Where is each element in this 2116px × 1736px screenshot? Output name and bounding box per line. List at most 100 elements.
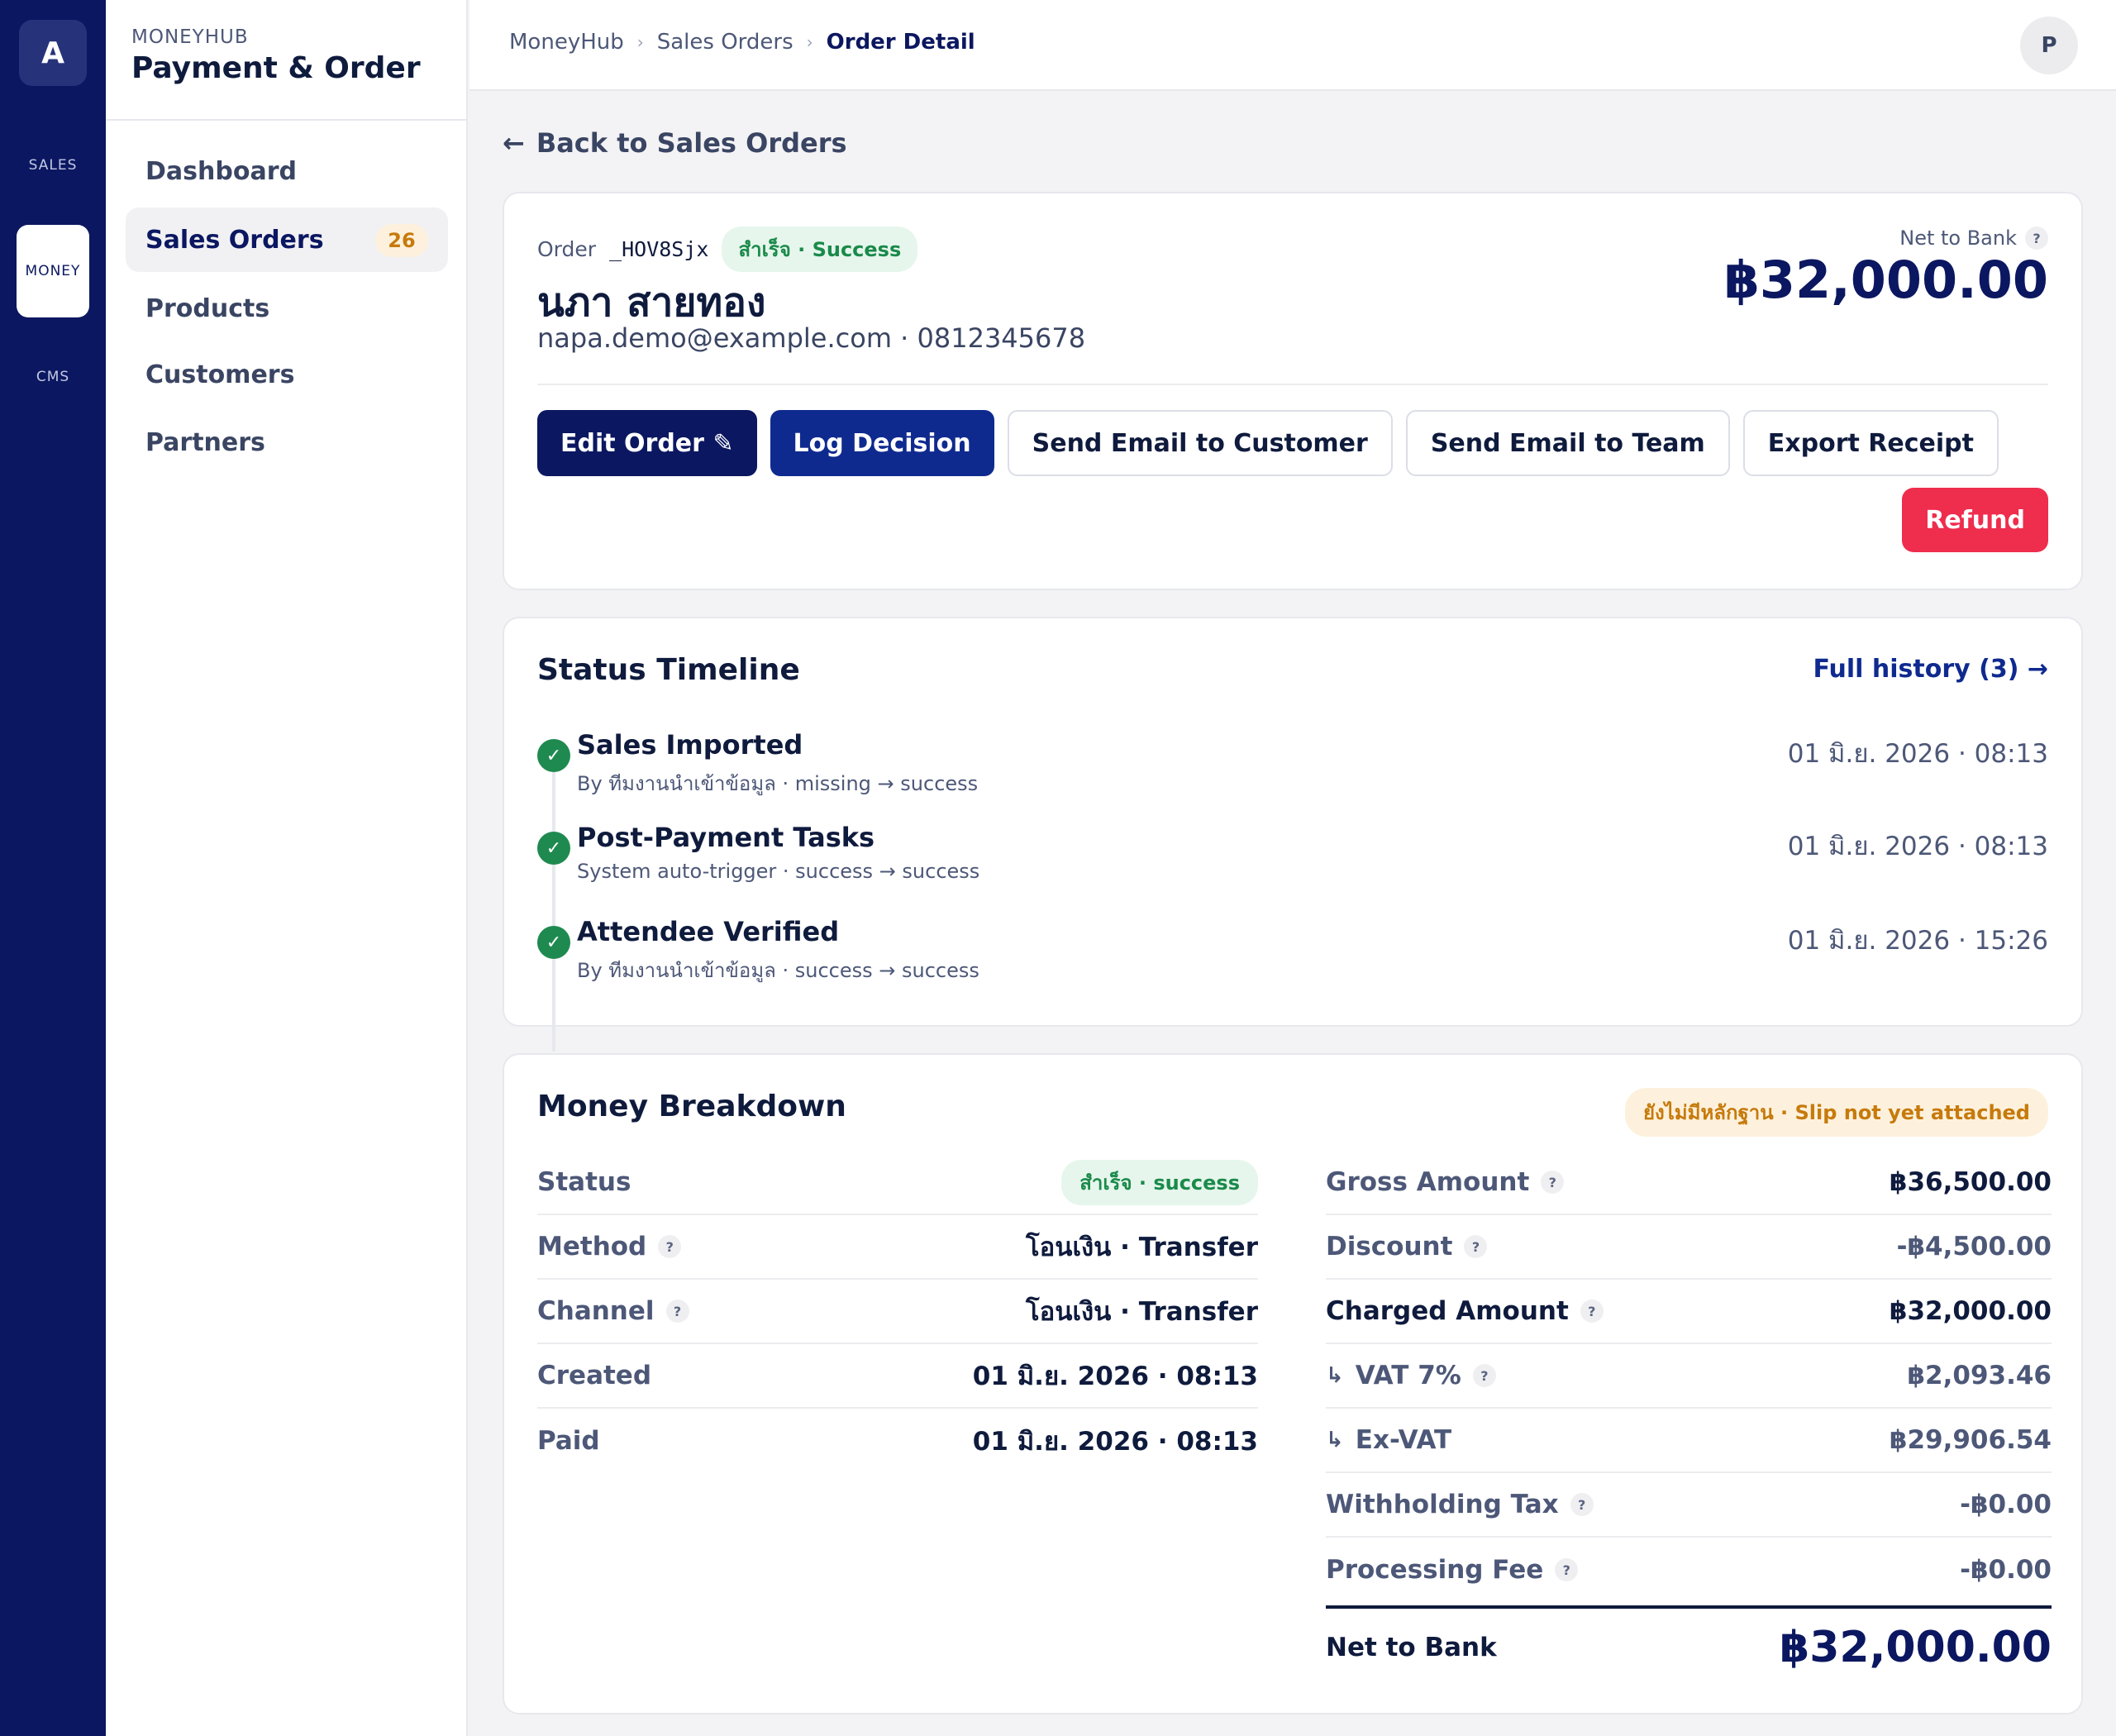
row-label: Gross Amount?: [1326, 1167, 1565, 1197]
timeline-event: ✓ Attendee Verified By ทีมงานนำเข้าข้อมู…: [537, 916, 2048, 990]
row-value: ฿32,000.00: [1889, 1296, 2052, 1326]
top-bar: MoneyHub › Sales Orders › Order Detail P: [469, 0, 2116, 91]
timeline-event: ✓ Post-Payment Tasks System auto-trigger…: [537, 822, 2048, 896]
breakdown-row-discount: Discount? -฿4,500.00: [1326, 1215, 2052, 1280]
back-to-sales-orders-link[interactable]: ← Back to Sales Orders: [503, 127, 847, 159]
check-circle-icon: ✓: [537, 926, 570, 959]
action-bar: Edit Order ✎ Log Decision Send Email to …: [537, 410, 1999, 476]
order-id-line: Order _HOV8Sjx สำเร็จ · Success: [537, 227, 918, 272]
row-label-text: Ex-VAT: [1355, 1425, 1452, 1455]
row-value: ฿36,500.00: [1889, 1167, 2052, 1197]
row-label-text: VAT 7%: [1355, 1361, 1461, 1390]
refund-button[interactable]: Refund: [1902, 488, 2048, 552]
order-header-card: Order _HOV8Sjx สำเร็จ · Success นภา สายท…: [503, 192, 2083, 590]
breadcrumb-moneyhub[interactable]: MoneyHub: [509, 30, 624, 55]
sidebar-item-customers[interactable]: Customers: [126, 342, 448, 407]
breadcrumb-current: Order Detail: [826, 30, 975, 55]
net-label-text: Net to Bank: [1899, 227, 2017, 250]
card-divider: [537, 384, 2048, 385]
check-circle-icon: ✓: [537, 832, 570, 865]
event-title: Sales Imported: [577, 729, 803, 761]
event-time: 01 มิ.ย. 2026 · 08:13: [1787, 832, 2048, 861]
row-value: โอนเงิน · Transfer: [1025, 1233, 1258, 1262]
event-title: Attendee Verified: [577, 916, 840, 947]
event-title: Post-Payment Tasks: [577, 822, 875, 853]
sub-arrow-icon: ↳: [1326, 1363, 1344, 1388]
sidebar-item-label: Customers: [145, 360, 295, 389]
row-label: Method?: [537, 1232, 682, 1261]
rail-item-sales[interactable]: SALES: [0, 157, 106, 174]
full-history-link[interactable]: Full history (3) →: [1813, 655, 2049, 684]
row-value: โอนเงิน · Transfer: [1025, 1297, 1258, 1327]
app-logo[interactable]: A: [19, 20, 87, 86]
row-label-text: Processing Fee: [1326, 1555, 1544, 1585]
breakdown-row-charged: Charged Amount? ฿32,000.00: [1326, 1280, 2052, 1344]
send-email-customer-button[interactable]: Send Email to Customer: [1007, 410, 1393, 476]
breakdown-row-status: Status สำเร็จ · success: [537, 1151, 1258, 1215]
help-icon[interactable]: ?: [658, 1235, 682, 1258]
sub-arrow-icon: ↳: [1326, 1428, 1344, 1452]
brand: MONEYHUB Payment & Order: [131, 26, 421, 85]
help-icon[interactable]: ?: [1464, 1235, 1488, 1258]
count-badge: 26: [375, 224, 428, 257]
help-icon[interactable]: ?: [2025, 227, 2048, 250]
row-label-text: Withholding Tax: [1326, 1490, 1559, 1519]
event-time: 01 มิ.ย. 2026 · 15:26: [1787, 926, 2048, 956]
sidebar-item-label: Sales Orders: [145, 225, 324, 255]
total-value: ฿32,000.00: [1780, 1623, 2052, 1672]
sidebar: MONEYHUB Payment & Order Dashboard Sales…: [106, 0, 468, 1736]
breadcrumb-sales-orders[interactable]: Sales Orders: [657, 30, 794, 55]
row-value: -฿0.00: [1960, 1490, 2052, 1519]
row-label-text: Channel: [537, 1296, 655, 1326]
send-email-team-button[interactable]: Send Email to Team: [1405, 410, 1730, 476]
sidebar-divider: [106, 119, 466, 121]
sidebar-item-dashboard[interactable]: Dashboard: [126, 139, 448, 203]
row-label-text: Discount: [1326, 1232, 1453, 1261]
breakdown-row-created: Created 01 มิ.ย. 2026 · 08:13: [537, 1344, 1258, 1409]
export-receipt-button[interactable]: Export Receipt: [1742, 410, 1999, 476]
help-icon[interactable]: ?: [1580, 1300, 1604, 1323]
edit-order-button[interactable]: Edit Order ✎: [537, 410, 757, 476]
breakdown-total: Net to Bank ฿32,000.00: [1326, 1605, 2052, 1686]
row-label: ↳ Ex-VAT: [1326, 1425, 1451, 1455]
timeline-title: Status Timeline: [537, 653, 800, 687]
row-label-text: Charged Amount: [1326, 1296, 1569, 1326]
help-icon[interactable]: ?: [1472, 1364, 1496, 1387]
status-badge: สำเร็จ · success: [1061, 1159, 1258, 1205]
help-icon[interactable]: ?: [665, 1300, 689, 1323]
row-label: Channel?: [537, 1296, 689, 1326]
sidebar-item-label: Products: [145, 293, 270, 323]
net-to-bank-label: Net to Bank ?: [1899, 227, 2048, 250]
help-icon[interactable]: ?: [1555, 1558, 1579, 1581]
help-icon[interactable]: ?: [1541, 1171, 1565, 1194]
breakdown-row-fee: Processing Fee? -฿0.00: [1326, 1538, 2052, 1602]
log-decision-button[interactable]: Log Decision: [770, 410, 994, 476]
customer-contact: napa.demo@example.com · 0812345678: [537, 322, 1086, 354]
money-breakdown-card: Money Breakdown ยังไม่มีหลักฐาน · Slip n…: [503, 1053, 2083, 1715]
breakdown-title: Money Breakdown: [537, 1090, 846, 1123]
rail-item-money[interactable]: MONEY: [17, 225, 89, 317]
sidebar-item-label: Partners: [145, 427, 265, 457]
event-detail: By ทีมงานนำเข้าข้อมูล · success → succes…: [577, 959, 979, 982]
breakdown-right-column: Gross Amount? ฿36,500.00 Discount? -฿4,5…: [1326, 1151, 2052, 1686]
net-to-bank-amount: ฿32,000.00: [1723, 250, 2048, 310]
sidebar-item-products[interactable]: Products: [126, 276, 448, 341]
chevron-right-icon: ›: [806, 32, 813, 52]
help-icon[interactable]: ?: [1570, 1493, 1594, 1516]
sidebar-item-partners[interactable]: Partners: [126, 410, 448, 475]
row-label-text: Gross Amount: [1326, 1167, 1530, 1197]
brand-title: Payment & Order: [131, 51, 421, 85]
row-label: Status: [537, 1167, 631, 1197]
row-value: 01 มิ.ย. 2026 · 08:13: [972, 1362, 1258, 1391]
sidebar-item-sales-orders[interactable]: Sales Orders 26: [126, 207, 448, 272]
avatar[interactable]: P: [2020, 17, 2078, 74]
sidebar-item-label: Dashboard: [145, 156, 297, 186]
row-value: 01 มิ.ย. 2026 · 08:13: [972, 1427, 1258, 1457]
timeline-event: ✓ Sales Imported By ทีมงานนำเข้าข้อมูล ·…: [537, 729, 2048, 804]
breakdown-row-withholding: Withholding Tax? -฿0.00: [1326, 1473, 2052, 1538]
breakdown-row-vat: ↳ VAT 7%? ฿2,093.46: [1326, 1344, 2052, 1409]
back-link-label: Back to Sales Orders: [536, 127, 847, 159]
chevron-right-icon: ›: [636, 32, 644, 52]
row-value: ฿2,093.46: [1907, 1361, 2052, 1390]
rail-item-cms[interactable]: CMS: [0, 369, 106, 385]
